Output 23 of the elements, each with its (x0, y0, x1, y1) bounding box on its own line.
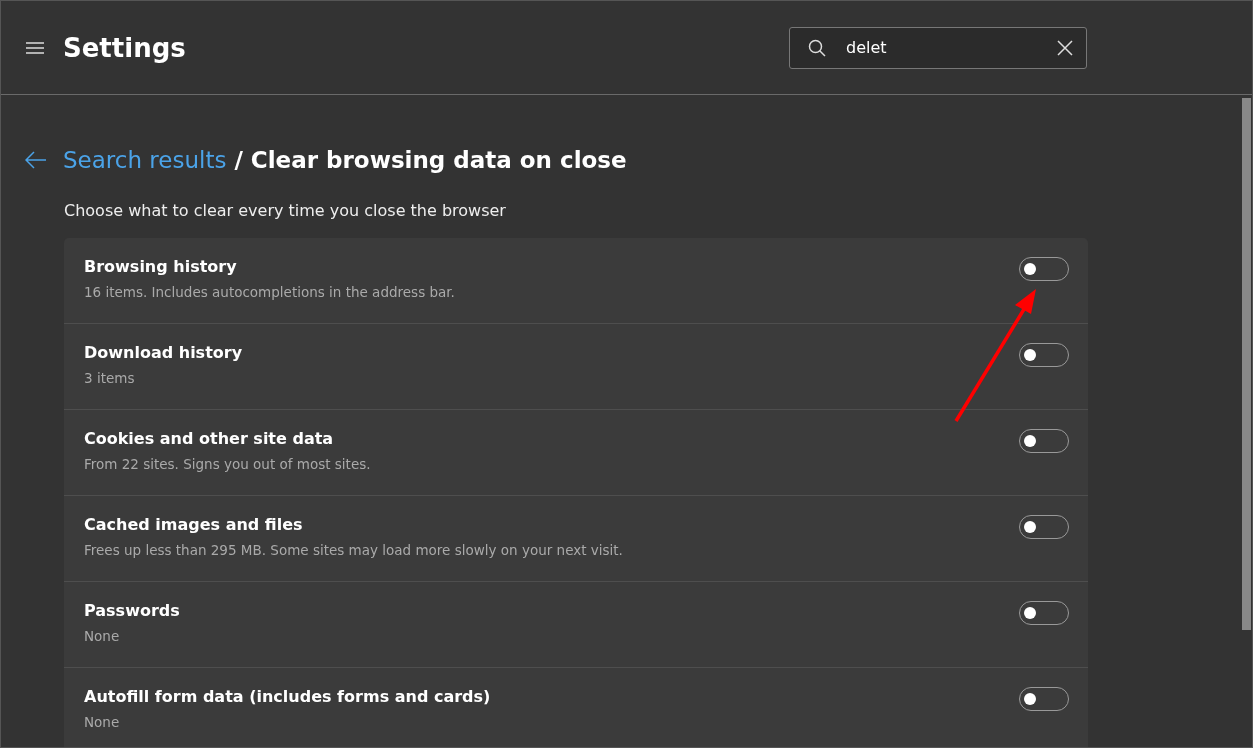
option-title: Autofill form data (includes forms and cards) (84, 687, 491, 706)
intro-text: Choose what to clear every time you close the browser (64, 201, 507, 220)
breadcrumb-separator: / (234, 147, 243, 173)
option-title: Cached images and files (84, 515, 304, 534)
back-arrow-icon[interactable] (25, 151, 47, 169)
option-description: None (84, 628, 121, 644)
search-results-link[interactable]: Search results (63, 147, 227, 173)
search-icon (808, 38, 826, 57)
option-title: Passwords (84, 601, 180, 620)
option-description: None (84, 714, 121, 730)
option-description: Frees up less than 295 MB. Some sites may load more slowly on your next visit. (84, 542, 623, 558)
scrollbar-thumb[interactable] (1242, 98, 1251, 630)
option-description: 3 items (84, 370, 136, 386)
page-heading: Clear browsing data on close (250, 147, 627, 173)
option-title: Cookies and other site data (84, 429, 335, 448)
close-icon[interactable] (1057, 39, 1073, 56)
option-title: Browsing history (84, 257, 238, 276)
menu-icon[interactable] (25, 40, 45, 55)
option-description: 16 items. Includes autocompletions in the address bar. (84, 284, 455, 300)
search-field[interactable]: delet (789, 26, 1087, 69)
option-title: Download history (84, 343, 243, 362)
option-description: From 22 sites. Signs you out of most sites. (84, 456, 371, 472)
page-title: Settings (63, 32, 186, 63)
